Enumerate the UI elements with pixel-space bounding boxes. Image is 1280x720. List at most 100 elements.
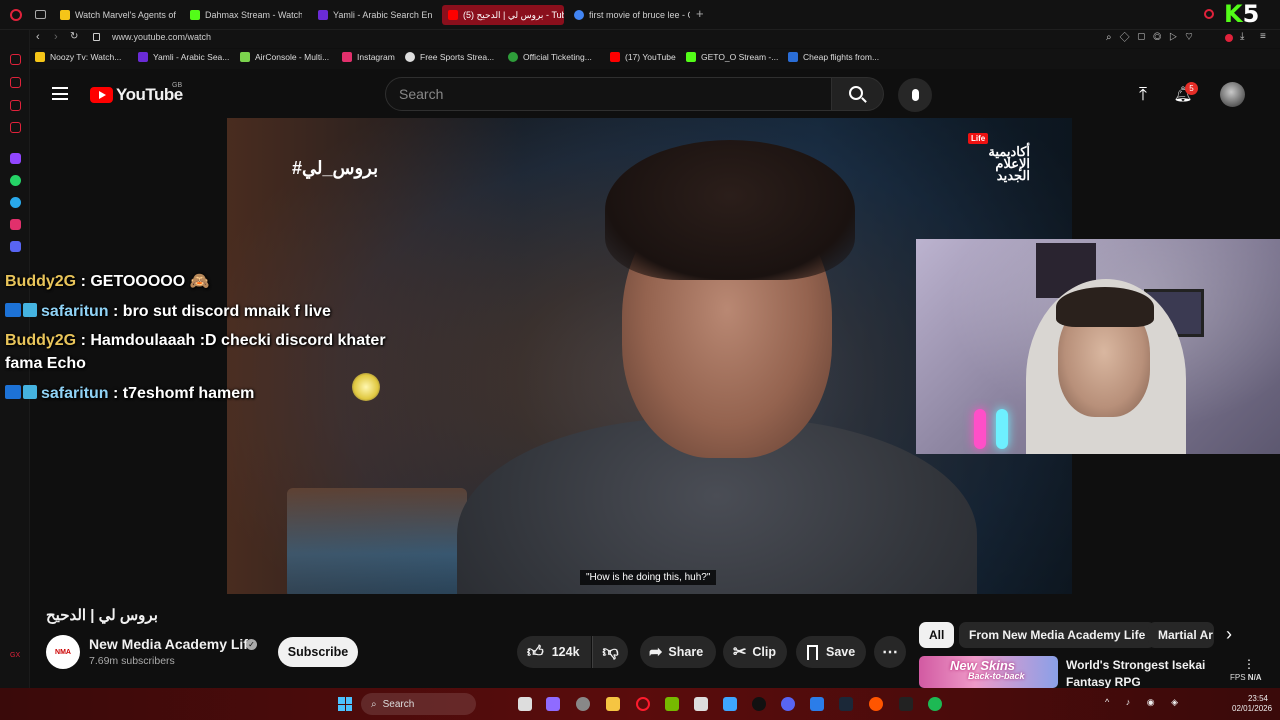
chip-all[interactable]: All	[919, 622, 955, 648]
search-tabs-icon[interactable]	[1204, 9, 1214, 19]
task-view-icon[interactable]	[518, 697, 532, 711]
tab-menu-icon[interactable]	[35, 10, 46, 19]
aria-icon[interactable]	[10, 54, 21, 65]
telegram-icon[interactable]	[10, 197, 21, 208]
bookmark-label: Free Sports Strea...	[420, 52, 495, 62]
chevron-right-icon[interactable]: ›	[1226, 624, 1232, 645]
share-icon: ➦	[649, 644, 663, 661]
channel-name[interactable]: New Media Academy Life	[89, 636, 256, 652]
whatsapp-icon[interactable]	[10, 175, 21, 186]
bookmark-item[interactable]: (17) YouTube	[610, 52, 676, 62]
menu-icon[interactable]: ≡	[1260, 31, 1266, 42]
store-icon[interactable]	[694, 697, 708, 711]
gx-icon[interactable]: GX	[10, 652, 20, 659]
discord-icon[interactable]	[10, 241, 21, 252]
app-icon[interactable]	[810, 697, 824, 711]
tab-favicon-icon	[318, 10, 328, 20]
more-vertical-icon[interactable]: ⋮	[1243, 657, 1255, 671]
github-icon[interactable]	[752, 697, 766, 711]
bookmark-favicon-icon	[405, 52, 415, 62]
bag-icon[interactable]	[10, 77, 21, 88]
tab-5[interactable]: first movie of bruce lee - G	[572, 5, 690, 25]
recommendation-title[interactable]: World's Strongest Isekai Fantasy RPG	[1066, 657, 1216, 691]
app-icon[interactable]	[723, 697, 737, 711]
dislike-button[interactable]: 👎︎	[592, 636, 628, 668]
youtube-icon	[610, 52, 620, 62]
bookmark-item[interactable]: Cheap flights from...	[788, 52, 879, 62]
tab-favicon-icon	[60, 10, 70, 20]
streamer-webcam	[916, 239, 1280, 454]
bookmark-item[interactable]: AirConsole - Multi...	[240, 52, 329, 62]
search-button[interactable]	[832, 77, 884, 111]
search-input[interactable]: Search	[385, 77, 832, 111]
bookmark-item[interactable]: Instagram	[342, 52, 395, 62]
taskbar-search-label: Search	[382, 698, 415, 710]
like-count: 124k	[551, 645, 580, 659]
instagram-icon[interactable]	[10, 219, 21, 230]
epic-games-icon[interactable]	[899, 697, 913, 711]
address-bar-row: ‹ › ↻ www.youtube.com/watch ⌕◇▢◎▷♡ ⤓ ≡	[0, 30, 1280, 48]
opera-gx-icon[interactable]	[636, 697, 650, 711]
file-explorer-icon[interactable]	[606, 697, 620, 711]
discord-icon[interactable]	[781, 697, 795, 711]
bookmark-label: Yamli - Arabic Sea...	[153, 52, 230, 62]
messenger-icon[interactable]	[10, 100, 21, 111]
opera-logo-icon[interactable]	[10, 9, 22, 21]
instagram-icon	[342, 52, 352, 62]
chip-martial-arts[interactable]: Martial Ar	[1148, 622, 1214, 648]
bookmark-item[interactable]: Noozy Tv: Watch...	[35, 52, 121, 62]
app-icon[interactable]	[869, 697, 883, 711]
settings-icon[interactable]	[576, 697, 590, 711]
bookmark-favicon-icon	[35, 52, 45, 62]
browser-tab-bar: Watch Marvel's Agents of Dahmax Stream -…	[0, 0, 1280, 30]
save-button[interactable]: Save	[796, 636, 866, 668]
tab-2[interactable]: Dahmax Stream - Watch L	[188, 5, 302, 25]
bookmark-item[interactable]: Free Sports Strea...	[405, 52, 494, 62]
avatar[interactable]	[1220, 82, 1245, 107]
tab-3[interactable]: Yamli - Arabic Search Eng	[316, 5, 432, 25]
clip-button[interactable]: ✂ Clip	[723, 636, 787, 668]
more-actions-button[interactable]: ⋯	[874, 636, 906, 668]
bookmarks-bar: Noozy Tv: Watch... Yamli - Arabic Sea...…	[0, 49, 1280, 69]
upload-icon: ⤒	[1139, 84, 1147, 104]
spotify-icon[interactable]	[928, 697, 942, 711]
back-icon[interactable]: ‹	[36, 31, 40, 43]
profile-icon[interactable]	[1225, 34, 1233, 42]
tab-active[interactable]: (5) بروس لي | الدحيح - Tube	[442, 5, 564, 25]
neon-light	[996, 409, 1008, 449]
forward-icon[interactable]: ›	[54, 31, 58, 43]
twitch-icon[interactable]	[10, 153, 21, 164]
clip-label: Clip	[752, 645, 777, 659]
create-button[interactable]: ⤒	[1133, 84, 1153, 104]
youtube-logo[interactable]: YouTube	[90, 85, 183, 105]
lock-icon	[93, 33, 100, 41]
new-tab-icon[interactable]: +	[696, 6, 704, 21]
subscriber-count: 7.69m subscribers	[89, 655, 175, 667]
reload-icon[interactable]: ↻	[70, 31, 78, 42]
channel-avatar[interactable]: NMA	[46, 635, 80, 669]
tab-label: (5) بروس لي | الدحيح - Tube	[463, 9, 564, 20]
bookmark-item[interactable]: GETO_O Stream -...	[686, 52, 778, 62]
system-clock[interactable]: 23:54 02/01/2026	[1232, 694, 1272, 714]
bookmark-item[interactable]: Official Ticketing...	[508, 52, 592, 62]
voice-search-button[interactable]	[898, 78, 932, 112]
like-button[interactable]: 👍︎ 124k	[517, 636, 591, 668]
verified-icon: ✓	[246, 639, 257, 650]
chip-channel[interactable]: From New Media Academy Life	[959, 622, 1156, 648]
download-icon[interactable]: ⤓	[1240, 31, 1244, 42]
browser-toolbar-icons[interactable]: ⌕◇▢◎▷♡	[1106, 32, 1201, 43]
hamburger-menu-icon[interactable]	[52, 87, 68, 100]
tab-1[interactable]: Watch Marvel's Agents of	[58, 5, 178, 25]
microphone-icon	[911, 89, 919, 101]
windows-start-icon[interactable]	[338, 697, 352, 711]
taskbar-search[interactable]: ⌕ Search	[361, 693, 476, 715]
subscribe-button[interactable]: Subscribe	[278, 637, 358, 667]
nvidia-icon[interactable]	[665, 697, 679, 711]
steam-icon[interactable]	[839, 697, 853, 711]
share-button[interactable]: ➦ Share	[640, 636, 716, 668]
system-tray-icons[interactable]: ^ ♪ ◉ ◈	[1105, 697, 1185, 708]
bookmark-item[interactable]: Yamli - Arabic Sea...	[138, 52, 229, 62]
copilot-icon[interactable]	[546, 697, 560, 711]
music-icon[interactable]	[10, 122, 21, 133]
address-input[interactable]: www.youtube.com/watch	[112, 32, 211, 42]
